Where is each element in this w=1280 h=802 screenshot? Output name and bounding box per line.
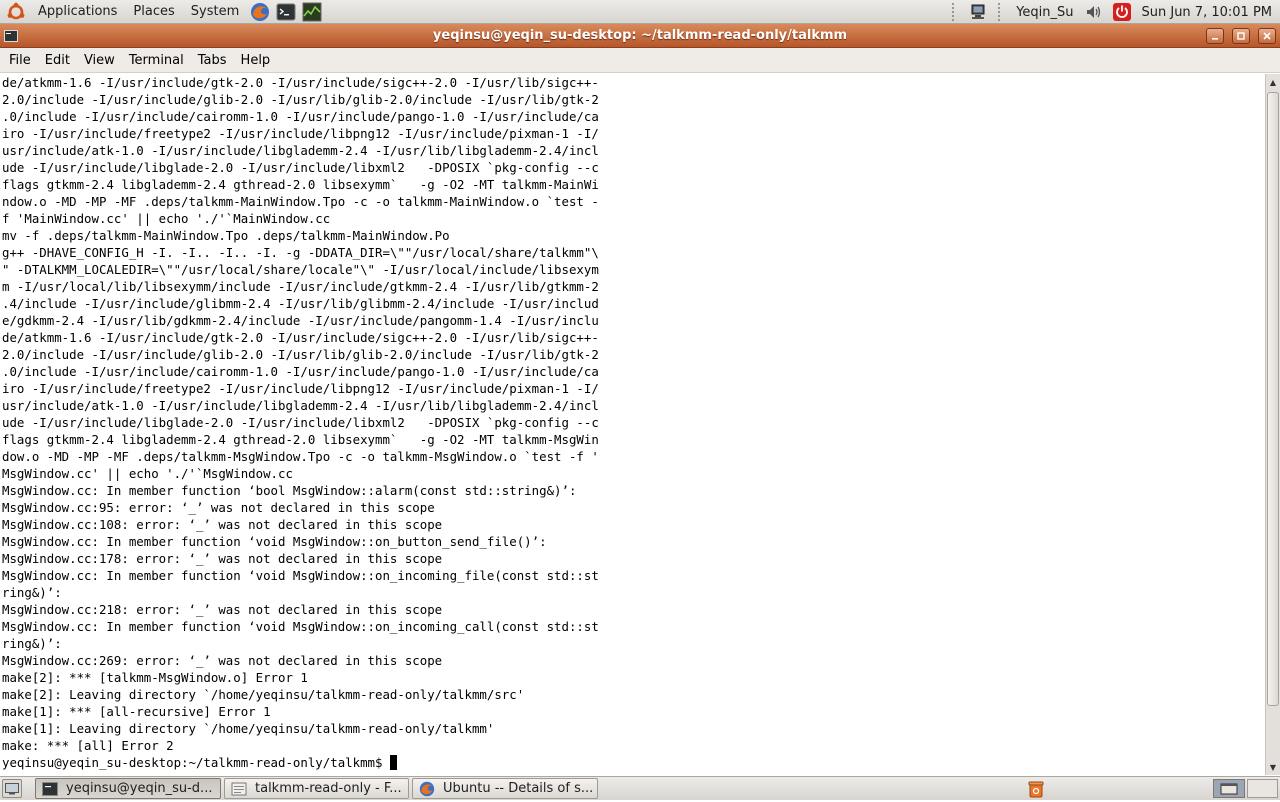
scroll-up-icon[interactable]: ▲ [1266,75,1280,89]
terminal-line: ude -I/usr/include/libglade-2.0 -I/usr/i… [2,414,1265,431]
firefox-icon[interactable] [249,1,271,23]
terminal-line: iro -I/usr/include/freetype2 -I/usr/incl… [2,380,1265,397]
power-icon[interactable] [1113,3,1131,21]
terminal-line: make: *** [all] Error 2 [2,737,1265,754]
terminal-output[interactable]: de/atkmm-1.6 -I/usr/include/gtk-2.0 -I/u… [0,74,1265,775]
taskbar-item-label: Ubuntu -- Details of s... [443,781,593,796]
terminal-line: MsgWindow.cc:95: error: ‘_’ was not decl… [2,499,1265,516]
menu-tabs[interactable]: Tabs [193,48,232,73]
shell-prompt: yeqinsu@yeqin_su-desktop:~/talkmm-read-o… [2,755,390,770]
terminal-scrollbar[interactable]: ▲ ▼ [1265,74,1280,775]
firefox-icon [419,781,435,797]
terminal-line: ring&)’: [2,584,1265,601]
terminal-line: make[2]: Leaving directory `/home/yeqins… [2,686,1265,703]
terminal-line: MsgWindow.cc' || echo './'`MsgWindow.cc [2,465,1265,482]
menu-view[interactable]: View [79,48,120,73]
terminal-line: 2.0/include -I/usr/include/glib-2.0 -I/u… [2,346,1265,363]
terminal-lines: de/atkmm-1.6 -I/usr/include/gtk-2.0 -I/u… [2,74,1265,754]
terminal-line: iro -I/usr/include/freetype2 -I/usr/incl… [2,125,1265,142]
bottom-panel: yeqinsu@yeqin_su-d... talkmm-read-only -… [0,776,1280,800]
terminal-line: f 'MainWindow.cc' || echo './'`MainWindo… [2,210,1265,227]
terminal-line: dow.o -MD -MP -MF .deps/talkmm-MsgWindow… [2,448,1265,465]
terminal-icon [42,781,58,797]
menu-help[interactable]: Help [236,48,276,73]
terminal-line: .0/include -I/usr/include/cairomm-1.0 -I… [2,108,1265,125]
terminal-window: yeqinsu@yeqin_su-desktop: ~/talkmm-read-… [0,24,1280,776]
places-menu[interactable]: Places [125,0,182,24]
terminal-line: ude -I/usr/include/libglade-2.0 -I/usr/i… [2,159,1265,176]
taskbar-item-file-browser[interactable]: talkmm-read-only - F... [224,778,409,799]
taskbar-item-label: yeqinsu@yeqin_su-d... [66,781,212,796]
terminal-line: e/gdkmm-2.4 -I/usr/lib/gdkmm-2.4/include… [2,312,1265,329]
close-button[interactable] [1258,28,1276,44]
terminal-line: de/atkmm-1.6 -I/usr/include/gtk-2.0 -I/u… [2,329,1265,346]
trash-icon[interactable] [1027,780,1045,798]
workspace-2[interactable] [1247,779,1278,798]
menu-terminal[interactable]: Terminal [124,48,189,73]
terminal-line: MsgWindow.cc:269: error: ‘_’ was not dec… [2,652,1265,669]
terminal-line: .0/include -I/usr/include/cairomm-1.0 -I… [2,363,1265,380]
terminal-line: MsgWindow.cc: In member function ‘void M… [2,618,1265,635]
top-panel: Applications Places System Yeqin_Su Sun … [0,0,1280,24]
workspace-1[interactable] [1213,779,1245,798]
terminal-line: de/atkmm-1.6 -I/usr/include/gtk-2.0 -I/u… [2,74,1265,91]
terminal-line: flags gtkmm-2.4 libglademm-2.4 gthread-2… [2,431,1265,448]
folder-icon [231,781,247,797]
taskbar-item-terminal[interactable]: yeqinsu@yeqin_su-d... [35,778,221,799]
terminal-line: ndow.o -MD -MP -MF .deps/talkmm-MainWind… [2,193,1265,210]
terminal-line: ring&)’: [2,635,1265,652]
system-menu[interactable]: System [183,0,247,24]
terminal-line: MsgWindow.cc:108: error: ‘_’ was not dec… [2,516,1265,533]
terminal-line: usr/include/atk-1.0 -I/usr/include/libgl… [2,397,1265,414]
menu-edit[interactable]: Edit [40,48,75,73]
user-switcher[interactable]: Yeqin_Su [1010,5,1079,20]
window-titlebar[interactable]: yeqinsu@yeqin_su-desktop: ~/talkmm-read-… [0,24,1280,48]
text-cursor [390,755,397,770]
system-monitor-icon[interactable] [301,1,323,23]
volume-icon[interactable] [1085,3,1103,21]
panel-separator [952,3,958,21]
terminal-line: usr/include/atk-1.0 -I/usr/include/libgl… [2,142,1265,159]
minimize-icon [1210,31,1220,41]
ubuntu-logo-icon[interactable] [6,2,26,22]
menubar: File Edit View Terminal Tabs Help [0,48,1280,73]
terminal-line: MsgWindow.cc: In member function ‘void M… [2,533,1265,550]
minimize-button[interactable] [1206,28,1224,44]
terminal-line: make[1]: *** [all-recursive] Error 1 [2,703,1265,720]
menu-file[interactable]: File [4,48,36,73]
scroll-down-icon[interactable]: ▼ [1266,760,1280,774]
terminal-prompt-line[interactable]: yeqinsu@yeqin_su-desktop:~/talkmm-read-o… [2,755,397,770]
scrollbar-thumb[interactable] [1267,92,1279,706]
terminal-line: .4/include -I/usr/include/glibmm-2.4 -I/… [2,295,1265,312]
terminal-line: mv -f .deps/talkmm-MainWindow.Tpo .deps/… [2,227,1265,244]
terminal-line: MsgWindow.cc: In member function ‘void M… [2,567,1265,584]
network-icon[interactable] [969,3,987,21]
maximize-button[interactable] [1232,28,1250,44]
terminal-line: MsgWindow.cc:178: error: ‘_’ was not dec… [2,550,1265,567]
terminal-line: make[2]: *** [talkmm-MsgWindow.o] Error … [2,669,1265,686]
show-desktop-icon[interactable] [2,779,22,798]
window-title: yeqinsu@yeqin_su-desktop: ~/talkmm-read-… [0,24,1280,48]
terminal-line: 2.0/include -I/usr/include/glib-2.0 -I/u… [2,91,1265,108]
applications-menu[interactable]: Applications [30,0,125,24]
terminal-line: make[1]: Leaving directory `/home/yeqins… [2,720,1265,737]
terminal-line: flags gtkmm-2.4 libglademm-2.4 gthread-2… [2,176,1265,193]
terminal-line: g++ -DHAVE_CONFIG_H -I. -I.. -I.. -I. -g… [2,244,1265,261]
taskbar-item-firefox[interactable]: Ubuntu -- Details of s... [412,778,598,799]
clock[interactable]: Sun Jun 7, 10:01 PM [1136,5,1280,20]
terminal-line: " -DTALKMM_LOCALEDIR=\""/usr/local/share… [2,261,1265,278]
terminal-line: MsgWindow.cc: In member function ‘bool M… [2,482,1265,499]
maximize-icon [1236,31,1246,41]
panel-separator [998,3,1004,21]
terminal-line: MsgWindow.cc:218: error: ‘_’ was not dec… [2,601,1265,618]
taskbar-item-label: talkmm-read-only - F... [255,781,402,796]
terminal-line: m -I/usr/local/lib/libsexymm/include -I/… [2,278,1265,295]
close-icon [1262,31,1272,41]
terminal-icon[interactable] [275,1,297,23]
